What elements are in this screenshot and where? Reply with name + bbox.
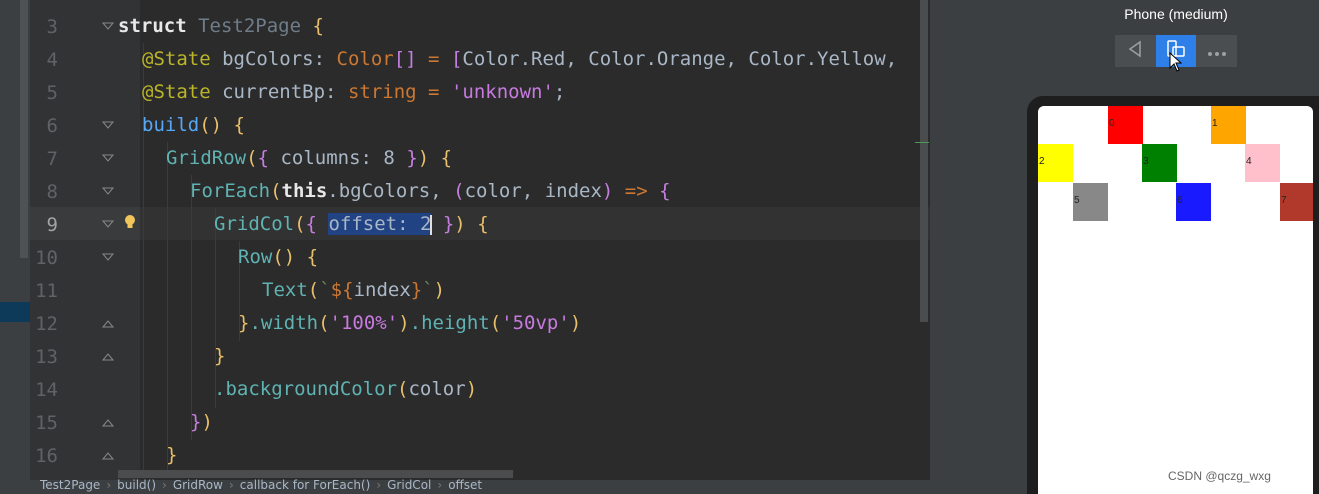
code-text: }.width('100%').height('50vp') <box>238 312 582 334</box>
lightbulb-icon[interactable] <box>124 214 136 232</box>
fold-end-icon[interactable] <box>102 350 114 362</box>
line-number: 4 <box>46 49 58 71</box>
line-number: 16 <box>35 445 58 467</box>
fold-end-icon[interactable] <box>102 449 114 461</box>
fold-icon[interactable] <box>102 152 114 164</box>
more-button[interactable] <box>1197 35 1237 67</box>
code-line-5[interactable]: 5 @State currentBp: string = 'unknown'; <box>30 76 930 109</box>
line-number: 13 <box>35 346 58 368</box>
watermark: CSDN @qczg_wxg <box>1168 469 1271 483</box>
code-line-12[interactable]: 12 }.width('100%').height('50vp') <box>30 307 930 340</box>
breadcrumb-item[interactable]: callback for ForEach() <box>240 478 371 492</box>
line-number: 15 <box>35 412 58 434</box>
code-line-3[interactable]: 3 struct Test2Page { <box>30 10 930 43</box>
fold-end-icon[interactable] <box>102 317 114 329</box>
grid-cell: 6 <box>1176 183 1211 221</box>
breadcrumb-item[interactable]: build() <box>117 478 156 492</box>
device-title: Phone (medium) <box>1124 6 1228 22</box>
breadcrumb-item[interactable]: GridCol <box>387 478 431 492</box>
breadcrumb: Test2Page › build() › GridRow › callback for F… <box>30 478 930 494</box>
previewer-panel: Phone (medium) 0 1 2 3 4 5 6 7 <box>930 0 1319 494</box>
line-number: 11 <box>35 280 58 302</box>
code-line-7[interactable]: 7 GridRow({ columns: 8 }) { <box>30 142 930 175</box>
code-text: Text(`${index}`) <box>262 279 446 301</box>
fold-icon[interactable] <box>102 119 114 131</box>
cell-label: 7 <box>1281 195 1287 206</box>
cell-label: 4 <box>1246 156 1252 167</box>
code-line-13[interactable]: 13 } <box>30 340 930 373</box>
selected-text[interactable]: offset: 2 <box>328 213 432 235</box>
code-text: GridRow({ columns: 8 }) { <box>166 147 453 169</box>
back-triangle-icon <box>1126 40 1144 62</box>
fold-icon[interactable] <box>102 185 114 197</box>
grid-cell: 7 <box>1280 183 1313 221</box>
left-tool-strip <box>0 0 30 494</box>
cell-label: 0 <box>1109 118 1115 129</box>
grid-cell: 2 <box>1038 144 1073 182</box>
code-text: build() { <box>142 114 245 136</box>
grid-cell: 3 <box>1142 144 1177 182</box>
fold-icon[interactable] <box>102 20 114 32</box>
grid-cell: 1 <box>1211 106 1246 144</box>
cell-label: 5 <box>1074 195 1080 206</box>
code-text: struct Test2Page { <box>118 15 324 37</box>
code-text: } <box>214 345 226 367</box>
line-number: 14 <box>35 379 58 401</box>
code-text: @State bgColors: Color[] = [Color.Red, C… <box>142 48 898 70</box>
code-line-16[interactable]: 16 } <box>30 439 930 472</box>
more-icon <box>1207 42 1227 61</box>
line-number: 7 <box>46 148 58 170</box>
grid-cell: 4 <box>1245 144 1280 182</box>
phone-frame: 0 1 2 3 4 5 6 7 <box>1027 96 1319 494</box>
code-line-6[interactable]: 6 build() { <box>30 109 930 142</box>
line-number: 12 <box>35 313 58 335</box>
cell-label: 6 <box>1177 195 1183 206</box>
line-number: 5 <box>46 82 58 104</box>
code-line-8[interactable]: 8 ForEach(this.bgColors, (color, index) … <box>30 175 930 208</box>
fold-icon[interactable] <box>102 218 114 230</box>
line-number: 3 <box>46 16 58 38</box>
code-text: @State currentBp: string = 'unknown'; <box>142 81 566 103</box>
project-selection-marker <box>0 302 30 322</box>
cell-label: 1 <box>1212 118 1218 129</box>
line-number: 8 <box>46 181 58 203</box>
grid-cell: 0 <box>1108 106 1143 144</box>
code-line-10[interactable]: 10 Row() { <box>30 241 930 274</box>
code-line-14[interactable]: 14 .backgroundColor(color) <box>30 373 930 406</box>
code-text: ForEach(this.bgColors, (color, index) =>… <box>190 180 671 202</box>
fold-end-icon[interactable] <box>102 416 114 428</box>
cell-label: 2 <box>1039 156 1045 167</box>
horizontal-scrollbar[interactable] <box>118 470 513 478</box>
code-text: .backgroundColor(color) <box>214 378 478 400</box>
code-text: GridCol({ offset: 2 }) { <box>214 213 489 235</box>
text-caret <box>430 214 433 235</box>
code-text: }) <box>190 411 213 433</box>
code-line-11[interactable]: 11 Text(`${index}`) <box>30 274 930 307</box>
code-line-9[interactable]: 9 GridCol({ offset: 2 }) { <box>30 208 930 241</box>
mouse-cursor-icon <box>1169 51 1183 76</box>
line-number: 6 <box>46 115 58 137</box>
code-line-15[interactable]: 15 }) <box>30 406 930 439</box>
breadcrumb-item[interactable]: GridRow <box>173 478 223 492</box>
breadcrumb-item[interactable]: Test2Page <box>40 478 100 492</box>
left-scroll-thumb[interactable] <box>20 0 28 258</box>
code-line-4[interactable]: 4 @State bgColors: Color[] = [Color.Red,… <box>30 43 930 76</box>
back-button[interactable] <box>1115 35 1155 67</box>
fold-icon[interactable] <box>102 251 114 263</box>
code-text: } <box>166 444 178 466</box>
code-editor[interactable]: 3 struct Test2Page { 4 @State bgColors: … <box>30 0 930 494</box>
breadcrumb-item[interactable]: offset <box>448 478 482 492</box>
grid-cell: 5 <box>1073 183 1108 221</box>
cell-label: 3 <box>1143 156 1149 167</box>
phone-screen: 0 1 2 3 4 5 6 7 <box>1038 106 1313 494</box>
line-number: 9 <box>46 214 58 236</box>
code-text: Row() { <box>238 246 319 268</box>
line-number: 10 <box>35 247 58 269</box>
vertical-scrollbar[interactable] <box>920 0 928 322</box>
change-marker <box>915 142 929 143</box>
